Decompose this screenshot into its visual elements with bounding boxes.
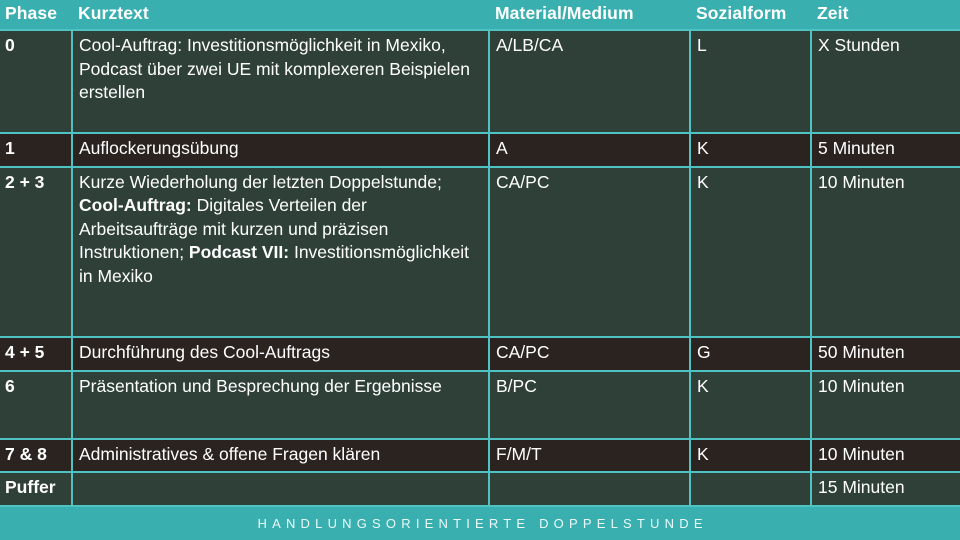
column-header-phase: Phase — [0, 0, 72, 31]
kurztext-segment: Kurze Wiederholung der letzten Doppelstu… — [79, 171, 442, 192]
column-header-zeit: Zeit — [811, 0, 960, 31]
cell-sozialform: L — [689, 29, 812, 135]
cell-material: F/M/T — [488, 437, 691, 474]
cell-material: A/LB/CA — [488, 29, 691, 135]
cell-kurztext: Durchführung des Cool-Auftrags — [71, 335, 490, 372]
column-header-sozialform: Sozialform — [690, 0, 811, 31]
table-row: Puffer 15 Minuten — [0, 471, 960, 508]
cell-material: A — [488, 132, 691, 168]
cell-sozialform: K — [689, 165, 812, 338]
lesson-plan-table: Phase Kurztext Material/Medium Sozialfor… — [0, 0, 960, 508]
cell-material: B/PC — [488, 369, 691, 440]
column-header-kurztext: Kurztext — [72, 0, 489, 31]
cell-sozialform — [689, 471, 812, 508]
cell-zeit: X Stunden — [810, 29, 960, 135]
cell-zeit: 5 Minuten — [810, 132, 960, 168]
cell-zeit: 10 Minuten — [810, 165, 960, 338]
cell-material — [488, 471, 691, 508]
cell-material: CA/PC — [488, 165, 691, 338]
slide-canvas: Phase Kurztext Material/Medium Sozialfor… — [0, 0, 960, 540]
cell-sozialform: K — [689, 437, 812, 474]
table-header: Phase Kurztext Material/Medium Sozialfor… — [0, 0, 960, 31]
table-row: 4 + 5 Durchführung des Cool-Auftrags CA/PC… — [0, 335, 960, 372]
table-row: 1 Auflockerungsübung A K 5 Minuten — [0, 132, 960, 168]
cell-phase: 0 — [0, 29, 73, 135]
cell-kurztext: Kurze Wiederholung der letzten Doppelstu… — [71, 165, 490, 338]
cell-zeit: 10 Minuten — [810, 369, 960, 440]
cell-sozialform: K — [689, 132, 812, 168]
cell-phase: Puffer — [0, 471, 73, 508]
table-row: 6 Präsentation und Besprechung der Ergebn… — [0, 369, 960, 440]
cell-zeit: 50 Minuten — [810, 335, 960, 372]
table-body: 0 Cool-Auftrag: Investitionsmöglichkeit i… — [0, 29, 960, 508]
table-row: 7 & 8 Administratives & offene Fragen klä… — [0, 437, 960, 474]
cell-phase: 4 + 5 — [0, 335, 73, 372]
cell-zeit: 10 Minuten — [810, 437, 960, 474]
cell-phase: 6 — [0, 369, 73, 440]
cell-phase: 1 — [0, 132, 73, 168]
header-row: Phase Kurztext Material/Medium Sozialfor… — [0, 0, 960, 31]
kurztext-segment: Cool-Auftrag: — [79, 195, 192, 216]
column-header-material: Material/Medium — [489, 0, 690, 31]
table-row: 2 + 3 Kurze Wiederholung der letzten Dopp… — [0, 165, 960, 338]
cell-zeit: 15 Minuten — [810, 471, 960, 508]
cell-kurztext: Cool-Auftrag: Investitionsmöglichkeit in… — [71, 29, 490, 135]
slide-footer-bar: HANDLUNGSORIENTIERTE DOPPELSTUNDE — [0, 512, 960, 540]
cell-phase: 2 + 3 — [0, 165, 73, 338]
cell-material: CA/PC — [488, 335, 691, 372]
kurztext-segment: Podcast VII: — [188, 242, 290, 263]
cell-sozialform: K — [689, 369, 812, 440]
cell-kurztext: Administratives & offene Fragen klären — [71, 437, 490, 474]
cell-kurztext — [71, 471, 490, 508]
cell-phase: 7 & 8 — [0, 437, 73, 474]
cell-kurztext: Auflockerungsübung — [71, 132, 490, 168]
table-row: 0 Cool-Auftrag: Investitionsmöglichkeit i… — [0, 29, 960, 135]
cell-kurztext: Präsentation und Besprechung der Ergebni… — [71, 369, 490, 440]
footer-caption: HANDLUNGSORIENTIERTE DOPPELSTUNDE — [257, 516, 708, 531]
cell-sozialform: G — [689, 335, 812, 372]
